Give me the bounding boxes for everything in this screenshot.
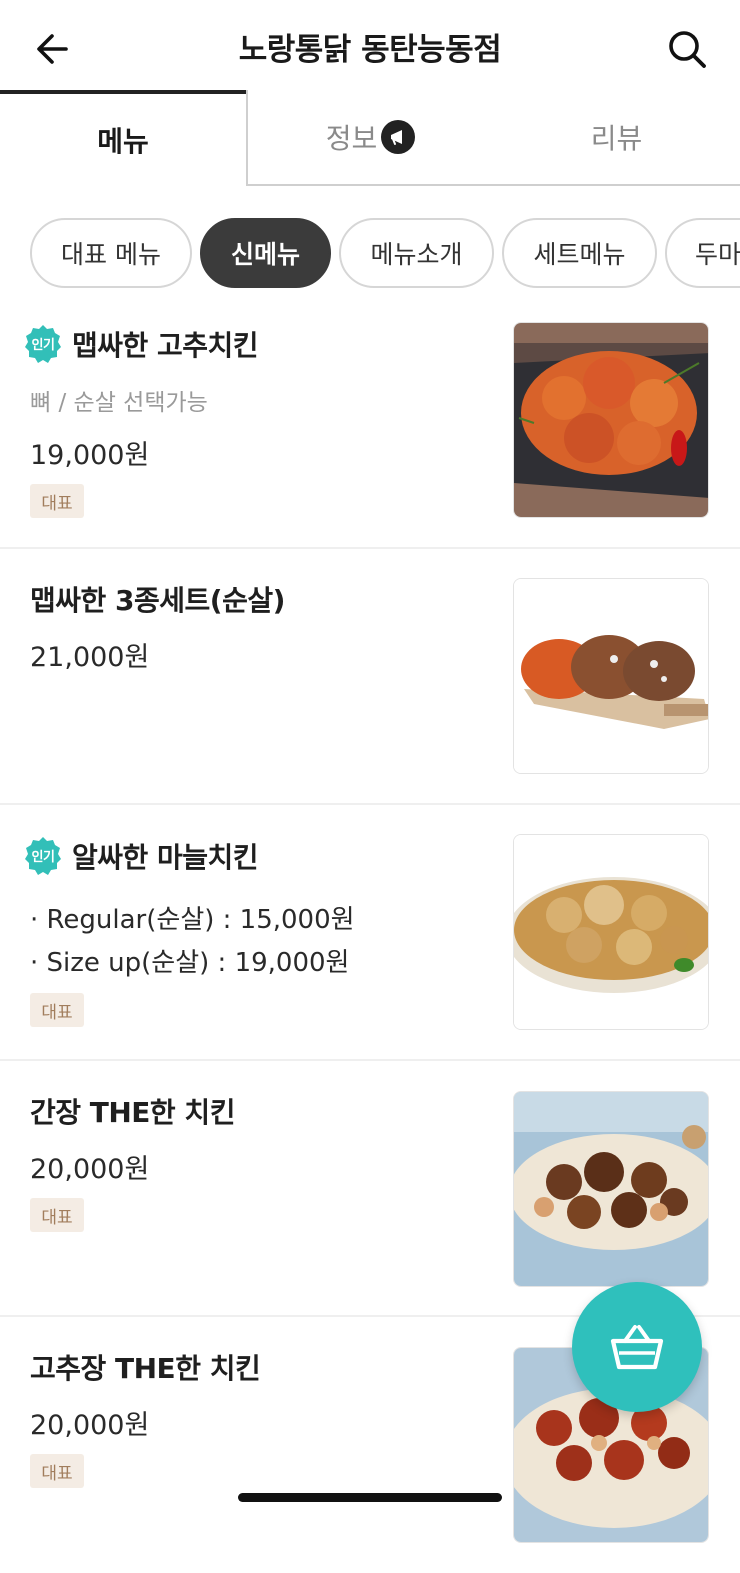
signature-tag: 대표 — [30, 1198, 84, 1232]
tab-menu[interactable]: 메뉴 — [0, 90, 246, 186]
store-title: 노랑통닭 동탄능동점 — [238, 32, 502, 68]
item-name: 알싸한 마늘치킨 — [72, 841, 259, 874]
chip-new[interactable]: 신메뉴 — [200, 218, 331, 288]
item-photo — [513, 578, 709, 774]
cart-button[interactable] — [572, 1282, 702, 1412]
chip-set[interactable]: 세트메뉴 — [502, 218, 657, 288]
item-price: 20,000원 — [30, 1410, 150, 1441]
search-button[interactable] — [664, 26, 710, 72]
menu-item[interactable]: 인기 맵싸한 고추치킨 뼈 / 순살 선택가능 19,000원 대표 — [0, 293, 740, 549]
item-option-line: · Regular(순살) : 15,000원 — [30, 905, 355, 935]
tab-review[interactable]: 리뷰 — [493, 90, 740, 186]
menu-item-name-row: 인기 알싸한 마늘치킨 — [25, 835, 259, 877]
item-name: 맵싸한 고추치킨 — [72, 329, 259, 362]
item-photo — [513, 1091, 709, 1287]
app-header: 노랑통닭 동탄능동점 — [0, 0, 740, 92]
tab-bar: 메뉴 정보 리뷰 — [0, 90, 740, 188]
tab-info[interactable]: 정보 — [246, 90, 493, 186]
search-icon — [669, 31, 706, 68]
chip-intro[interactable]: 메뉴소개 — [339, 218, 494, 288]
item-price: 20,000원 — [30, 1154, 150, 1185]
chip-signature[interactable]: 대표 메뉴 — [30, 218, 192, 288]
basket-icon — [610, 1325, 664, 1370]
item-description: 뼈 / 순살 선택가능 — [30, 390, 208, 416]
popular-badge-icon: 인기 — [25, 837, 61, 875]
megaphone-icon — [381, 120, 416, 154]
menu-item[interactable]: 맵싸한 3종세트(순살) 21,000원 — [0, 549, 740, 805]
svg-text:인기: 인기 — [32, 849, 55, 865]
item-name: 간장 THE한 치킨 — [30, 1096, 235, 1129]
category-chips: 대표 메뉴 신메뉴 메뉴소개 세트메뉴 두마 — [0, 218, 740, 290]
chip-double[interactable]: 두마 — [665, 218, 740, 288]
tab-review-label: 리뷰 — [590, 122, 643, 155]
menu-item-name-row: 인기 맵싸한 고추치킨 — [25, 323, 259, 365]
item-name: 맵싸한 3종세트(순살) — [30, 584, 285, 617]
item-option-line: · Size up(순살) : 19,000원 — [30, 948, 350, 978]
item-photo — [513, 322, 709, 518]
menu-item[interactable]: 간장 THE한 치킨 20,000원 대표 — [0, 1061, 740, 1317]
tab-menu-label: 메뉴 — [97, 125, 149, 158]
signature-tag: 대표 — [30, 993, 84, 1027]
signature-tag: 대표 — [30, 484, 84, 518]
item-price: 19,000원 — [30, 440, 150, 471]
menu-item[interactable]: 인기 알싸한 마늘치킨 · Regular(순살) : 15,000원 · Si… — [0, 805, 740, 1061]
item-price: 21,000원 — [30, 642, 150, 673]
svg-text:인기: 인기 — [32, 337, 55, 353]
popular-badge-icon: 인기 — [25, 325, 61, 363]
item-name: 고추장 THE한 치킨 — [30, 1352, 261, 1385]
item-photo — [513, 834, 709, 1030]
signature-tag: 대표 — [30, 1454, 84, 1488]
tab-info-label: 정보 — [325, 122, 378, 155]
home-indicator — [238, 1493, 502, 1502]
